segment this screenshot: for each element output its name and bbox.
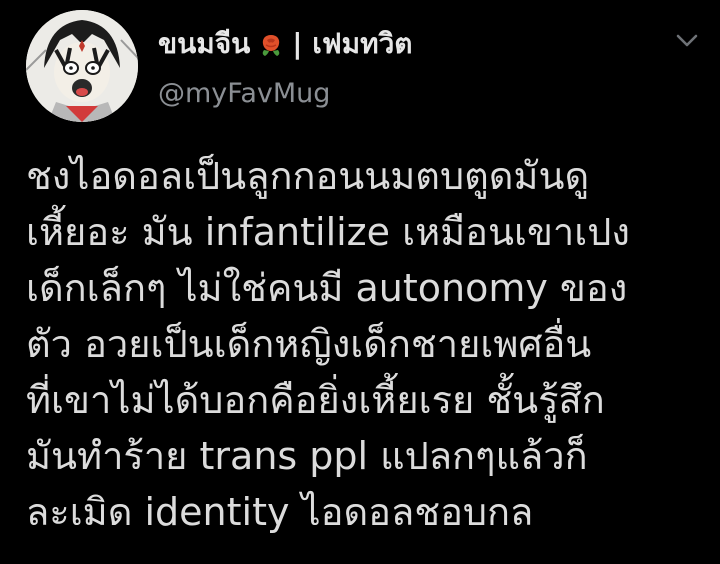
tweet-line: ตัว อวยเป็นเด็กหญิงเด็กชายเพศอื่น [26,322,592,366]
tweet-line: ละเมิด identity ไอดอลชอบกล [26,490,534,534]
avatar[interactable] [26,10,138,122]
tweet-line: ชงไอดอลเป็นลูกกอนนมตบตูดมันดู [26,154,590,198]
tweet-line: ที่เขาไม่ได้บอกคือยิ่งเหี้ยเรย ชั้นรู้สึ… [26,378,605,422]
author-handle[interactable]: @myFavMug [158,78,330,109]
rose-icon [256,29,286,59]
tweet-line: เด็กเล็กๆ ไม่ใช่คนมี autonomy ของ [26,266,628,310]
chevron-down-icon[interactable] [674,32,700,50]
tweet-line: มันทำร้าย trans ppl แปลกๆแล้วก็ [26,434,588,478]
tweet: ขนมจีน | เฟมทวิต @myFavMug ชงไอดอลเป็นลู… [0,0,720,564]
tweet-line: เหี้ยอะ มัน infantilize เหมือนเขาเปง [26,210,630,254]
display-name[interactable]: ขนมจีน [158,22,250,66]
author-name-row[interactable]: ขนมจีน | เฟมทวิต [158,22,413,66]
tweet-text: ชงไอดอลเป็นลูกกอนนมตบตูดมันดู เหี้ยอะ มั… [26,148,716,540]
name-suffix: | เฟมทวิต [292,27,413,60]
anime-character-avatar-icon [26,10,138,122]
